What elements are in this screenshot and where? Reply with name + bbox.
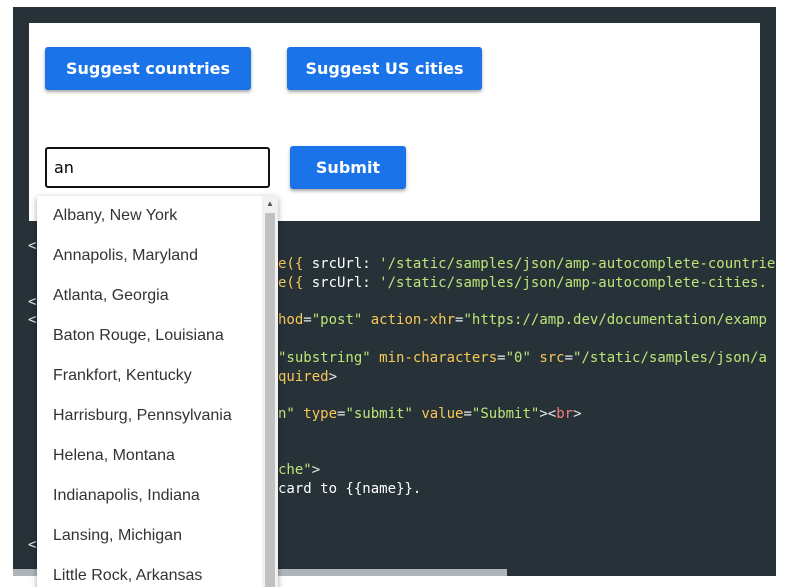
code-token: "post" [311, 312, 363, 328]
code-line: card to {{name}}. [278, 480, 421, 499]
code-token: = [564, 350, 574, 366]
code-token: < [28, 238, 37, 254]
code-token: < [28, 294, 37, 310]
code-line: e({ srcUrl: '/static/samples/json/amp-au… [278, 255, 776, 274]
code-token: "substring" [278, 350, 371, 366]
autocomplete-dropdown: Albany, New York Annapolis, Maryland Atl… [37, 196, 278, 587]
code-line: < [28, 293, 36, 312]
suggest-us-cities-button[interactable]: Suggest US cities [287, 47, 482, 90]
code-token: br [556, 406, 574, 422]
code-line: quired> [278, 368, 337, 387]
code-token: = [303, 312, 312, 328]
code-token: value [412, 406, 464, 422]
code-line: e({ srcUrl: '/static/samples/json/amp-au… [278, 274, 767, 293]
code-token: "/static/samples/json/a [573, 350, 767, 366]
suggestion-item[interactable]: Harrisburg, Pennsylvania [37, 396, 278, 436]
code-token: che" [278, 462, 312, 478]
code-token: = [497, 350, 506, 366]
suggestion-item[interactable]: Annapolis, Maryland [37, 236, 278, 276]
code-line: < [28, 237, 36, 256]
code-token: n" [278, 406, 295, 422]
dropdown-scrollbar-thumb[interactable] [265, 213, 275, 587]
code-token: quired [278, 369, 329, 385]
code-token: e({ [278, 275, 312, 291]
code-token: e({ [278, 256, 312, 272]
page-margin [776, 0, 789, 587]
suggestion-item[interactable]: Baton Rouge, Louisiana [37, 316, 278, 356]
code-token: < [28, 537, 37, 553]
autocomplete-input[interactable]: an [45, 147, 270, 188]
code-token: src [530, 350, 565, 366]
code-token: '/static/samples/json/amp-autocomplete-c… [379, 275, 767, 291]
suggestion-item[interactable]: Frankfort, Kentucky [37, 356, 278, 396]
code-line: < [28, 311, 36, 330]
code-token: < [28, 312, 37, 328]
code-token: "Submit" [471, 406, 540, 422]
code-token: "0" [505, 350, 531, 366]
suggestion-item[interactable]: Lansing, Michigan [37, 516, 278, 556]
code-token: "https://amp.dev/documentation/examp [463, 312, 767, 328]
code-token: > [311, 462, 321, 478]
code-line: che"> [278, 461, 320, 480]
suggestion-item[interactable]: Atlanta, Georgia [37, 276, 278, 316]
dropdown-scrollbar[interactable]: ▲ [262, 196, 278, 587]
code-token: action-xhr [362, 312, 456, 328]
code-token: >< [539, 406, 557, 422]
code-token: = [463, 406, 472, 422]
code-token: > [573, 406, 582, 422]
code-line: n" type="submit" value="Submit"><br> [278, 405, 582, 424]
suggest-countries-button[interactable]: Suggest countries [45, 47, 251, 90]
suggestion-item[interactable]: Indianapolis, Indiana [37, 476, 278, 516]
code-line: "substring" min-characters="0" src="/sta… [278, 349, 767, 368]
preview-panel: Suggest countries Suggest US cities an S… [29, 23, 760, 221]
code-token: srcUrl: [311, 275, 380, 291]
code-line: < [28, 536, 36, 555]
code-token: min-characters [370, 350, 498, 366]
scroll-up-arrow-icon[interactable]: ▲ [262, 196, 278, 212]
suggestion-item[interactable]: Albany, New York [37, 196, 278, 236]
submit-button[interactable]: Submit [290, 146, 406, 189]
suggestion-item[interactable]: Helena, Montana [37, 436, 278, 476]
code-token: card to {{name}}. [278, 481, 422, 497]
suggestion-item[interactable]: Little Rock, Arkansas [37, 556, 278, 587]
code-token: hod [278, 312, 304, 328]
code-token: '/static/samples/json/amp-autocomplete-c… [379, 256, 776, 272]
code-token: > [328, 369, 338, 385]
code-token: srcUrl: [311, 256, 380, 272]
code-line: hod="post" action-xhr="https://amp.dev/d… [278, 311, 767, 330]
code-token: "submit" [345, 406, 413, 422]
code-token: type [294, 406, 338, 422]
